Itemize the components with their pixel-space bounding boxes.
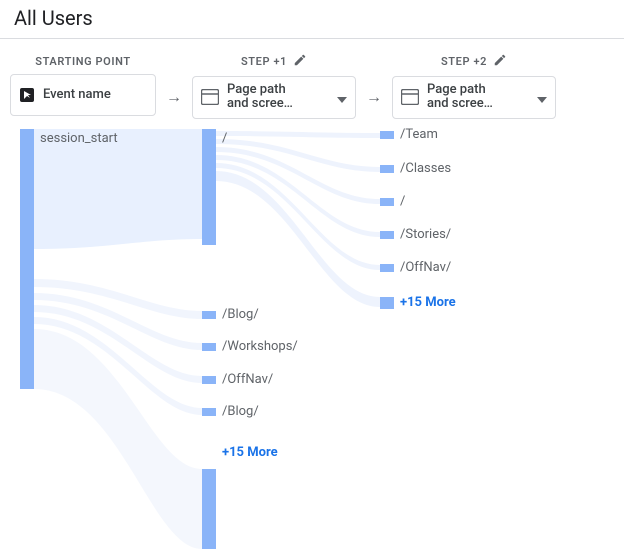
web-page-icon [201,89,219,105]
node-bar-more[interactable] [380,297,394,309]
node-bar[interactable] [202,343,216,351]
node-bar[interactable] [380,131,394,139]
col0-selector[interactable]: Event name [10,74,156,116]
arrow-right-icon: → [362,87,386,107]
node-label: / [400,194,405,209]
col1-selector[interactable]: Page path and scree… [192,76,356,119]
node-bar-root[interactable] [202,129,216,245]
col1-selector-label-l2: and scree… [227,97,329,111]
page-title: All Users [0,0,624,39]
node-bar[interactable] [380,264,394,272]
cursor-icon [19,87,35,103]
col2-selector[interactable]: Page path and scree… [392,76,556,119]
node-label: /OffNav/ [400,260,451,275]
col2-selector-label-l1: Page path [427,83,529,97]
more-link[interactable]: +15 More [222,445,278,460]
node-bar[interactable] [380,231,394,239]
node-label: session_start [40,131,118,146]
node-label: /Team [400,127,438,142]
chevron-down-icon [337,88,347,107]
col1-selector-label-l1: Page path [227,83,329,97]
col1-label: STEP +1 [241,53,307,70]
node-label: /Classes [400,161,451,176]
node-label: /Stories/ [400,227,451,242]
node-bar-more[interactable] [202,469,216,549]
node-label: /Blog/ [222,307,259,322]
node-bar[interactable] [202,408,216,416]
node-label: /Blog/ [222,404,259,419]
col0-label: STARTING POINT [35,55,130,68]
node-bar-session-start[interactable] [20,129,34,389]
node-bar[interactable] [202,311,216,319]
col2-selector-label-l2: and scree… [427,97,529,111]
more-link[interactable]: +15 More [400,295,456,310]
node-bar[interactable] [380,165,394,173]
pencil-icon[interactable] [493,53,507,70]
node-bar[interactable] [202,376,216,384]
pencil-icon[interactable] [293,53,307,70]
web-page-icon [401,89,419,105]
chevron-down-icon [537,88,547,107]
node-bar[interactable] [380,198,394,206]
col2-label: STEP +2 [441,53,507,70]
node-label: /Workshops/ [222,339,298,354]
node-label: / [222,131,227,146]
col0-selector-label: Event name [43,88,147,102]
node-label: /OffNav/ [222,372,273,387]
arrow-right-icon: → [162,87,186,107]
